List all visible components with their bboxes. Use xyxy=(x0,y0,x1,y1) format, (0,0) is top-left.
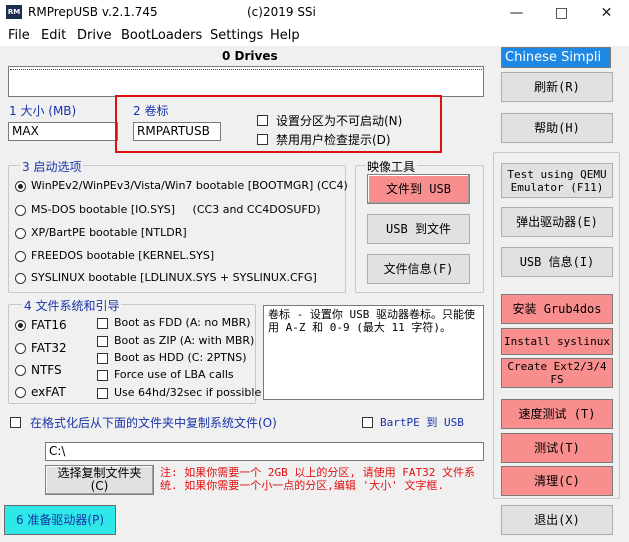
copy-path-input[interactable]: C:\ xyxy=(45,442,484,461)
language-select[interactable]: Chinese Simpli xyxy=(501,47,611,68)
fs-radio[interactable] xyxy=(15,343,26,354)
fs-label: FAT32 xyxy=(31,341,67,355)
help-text: 卷标 - 设置你 USB 驱动器卷标。只能使用 A-Z 和 0-9 (最大 11… xyxy=(268,308,475,334)
install-syslinux-button[interactable]: Install syslinux xyxy=(501,328,613,355)
non-bootable-checkbox[interactable] xyxy=(257,115,268,126)
maximize-icon[interactable]: □ xyxy=(539,0,584,26)
boot-option-radio[interactable] xyxy=(15,228,26,239)
minimize-icon[interactable]: — xyxy=(494,0,539,26)
disable-prompts-label: 禁用用户检查提示(D) xyxy=(276,133,391,147)
file-to-usb-button[interactable]: 文件到 USB xyxy=(367,174,470,204)
volume-input[interactable]: RMPARTUSB xyxy=(133,122,221,141)
note-text: 注: 如果你需要一个 2GB 以上的分区, 请使用 FAT32 文件系统. 如果… xyxy=(160,466,475,492)
fs-radio[interactable] xyxy=(15,365,26,376)
file-info-button[interactable]: 文件信息(F) xyxy=(367,254,470,284)
copy-files-label: 在格式化后从下面的文件夹中复制系统文件(O) xyxy=(30,416,277,430)
fs-option-checkbox[interactable] xyxy=(97,353,108,364)
exit-button[interactable]: 退出(X) xyxy=(501,505,613,535)
app-icon: RM xyxy=(6,5,22,19)
fs-option-label: Boot as ZIP (A: with MBR) xyxy=(114,334,255,347)
menu-file[interactable]: File xyxy=(8,27,30,45)
help-text-area: 卷标 - 设置你 USB 驱动器卷标。只能使用 A-Z 和 0-9 (最大 11… xyxy=(263,305,484,400)
volume-label: 2 卷标 xyxy=(133,104,169,118)
boot-option-label: FREEDOS bootable [KERNEL.SYS] xyxy=(31,249,215,262)
clean-button[interactable]: 清理(C) xyxy=(501,466,613,496)
fs-option-label: Boot as HDD (C: 2PTNS) xyxy=(114,351,247,364)
speed-test-button[interactable]: 速度测试 (T) xyxy=(501,399,613,429)
menu-drive[interactable]: Drive xyxy=(77,27,112,45)
usb-info-button[interactable]: USB 信息(I) xyxy=(501,247,613,277)
menu-bar: File Edit Drive BootLoaders Settings Hel… xyxy=(0,26,629,46)
boot-option-radio[interactable] xyxy=(15,205,26,216)
menu-settings[interactable]: Settings xyxy=(210,27,263,45)
boot-option-radio[interactable] xyxy=(15,181,26,192)
image-tools-title: 映像工具 xyxy=(365,158,418,175)
bartpe-checkbox[interactable] xyxy=(362,417,373,428)
title-bar: RM RMPrepUSB v.2.1.745 (c)2019 SSi — □ ✕ xyxy=(0,0,629,26)
help-button[interactable]: 帮助(H) xyxy=(501,113,613,143)
prepare-drive-button[interactable]: 6 准备驱动器(P) xyxy=(4,505,116,535)
menu-bootloaders[interactable]: BootLoaders xyxy=(121,27,202,45)
copyright-text: (c)2019 SSi xyxy=(247,5,316,19)
boot-option-label: WinPEv2/WinPEv3/Vista/Win7 bootable [BOO… xyxy=(31,179,348,192)
menu-help[interactable]: Help xyxy=(270,27,300,45)
bartpe-label: BartPE 到 USB xyxy=(380,416,464,429)
fs-option-checkbox[interactable] xyxy=(97,336,108,347)
boot-options-title: 3 启动选项 xyxy=(20,158,84,175)
size-input[interactable]: MAX xyxy=(8,122,118,141)
boot-option-label: XP/BartPE bootable [NTLDR] xyxy=(31,226,187,239)
fs-option-checkbox[interactable] xyxy=(97,388,108,399)
test-button[interactable]: 测试(T) xyxy=(501,433,613,463)
boot-option-label: SYSLINUX bootable [LDLINUX.SYS + SYSLINU… xyxy=(31,271,317,284)
boot-option-radio[interactable] xyxy=(15,273,26,284)
language-select-value: Chinese Simpli xyxy=(505,50,602,65)
size-label: 1 大小 (MB) xyxy=(9,104,77,118)
fs-option-checkbox[interactable] xyxy=(97,370,108,381)
copy-files-checkbox[interactable] xyxy=(10,417,21,428)
menu-edit[interactable]: Edit xyxy=(41,27,66,45)
drive-list[interactable] xyxy=(8,66,484,97)
boot-option-label: MS-DOS bootable [IO.SYS] (CC3 and CC4DOS… xyxy=(31,203,321,216)
test-qemu-button[interactable]: Test using QEMU Emulator (F11) xyxy=(501,163,613,198)
close-icon[interactable]: ✕ xyxy=(584,0,629,26)
eject-drive-button[interactable]: 弹出驱动器(E) xyxy=(501,207,613,237)
install-grub4dos-button[interactable]: 安装 Grub4dos xyxy=(501,294,613,324)
fs-label: FAT16 xyxy=(31,318,67,332)
drives-count: 0 Drives xyxy=(222,49,278,63)
fs-label: exFAT xyxy=(31,385,66,399)
refresh-button[interactable]: 刷新(R) xyxy=(501,72,613,102)
usb-to-file-button[interactable]: USB 到文件 xyxy=(367,214,470,244)
fs-option-label: Use 64hd/32sec if possible xyxy=(114,386,262,399)
choose-folder-button[interactable]: 选择复制文件夹 (C) xyxy=(45,465,154,495)
fs-label: NTFS xyxy=(31,363,62,377)
create-ext-fs-button[interactable]: Create Ext2/3/4 FS xyxy=(501,358,613,388)
filesystem-title: 4 文件系统和引导 xyxy=(22,297,122,314)
fs-radio[interactable] xyxy=(15,320,26,331)
fs-radio[interactable] xyxy=(15,387,26,398)
boot-option-radio[interactable] xyxy=(15,251,26,262)
non-bootable-label: 设置分区为不可启动(N) xyxy=(276,114,403,128)
disable-prompts-checkbox[interactable] xyxy=(257,134,268,145)
window-title: RMPrepUSB v.2.1.745 xyxy=(28,5,158,19)
choose-folder-hotkey: (C) xyxy=(90,479,109,493)
fs-option-checkbox[interactable] xyxy=(97,318,108,329)
fs-option-label: Boot as FDD (A: no MBR) xyxy=(114,316,251,329)
fs-option-label: Force use of LBA calls xyxy=(114,368,234,381)
